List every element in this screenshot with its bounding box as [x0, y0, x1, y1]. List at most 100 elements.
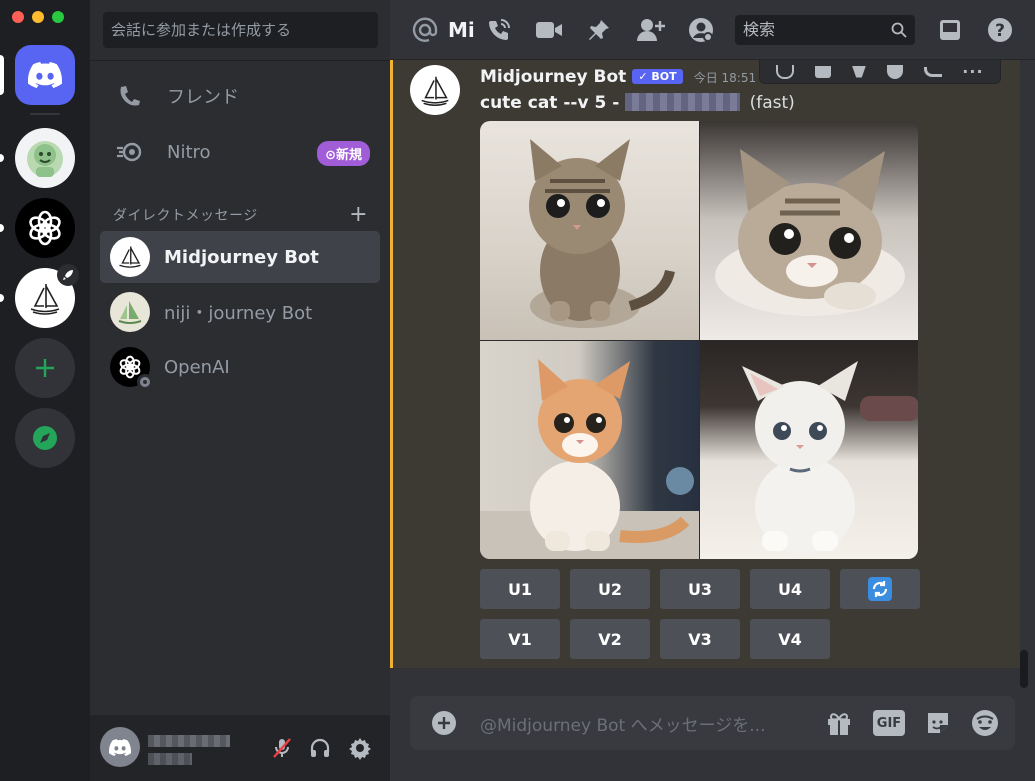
unread-pill	[0, 294, 4, 302]
reroll-button[interactable]	[840, 569, 920, 609]
nitro-icon	[117, 142, 142, 162]
phone-call-icon	[489, 19, 510, 40]
add-friends-to-dm-button[interactable]	[636, 15, 666, 45]
unread-pill	[0, 154, 4, 162]
message-scrollbar[interactable]	[1020, 650, 1028, 688]
video-call-button[interactable]	[534, 15, 564, 45]
green-sailboat-icon	[118, 301, 142, 324]
server-green-bot[interactable]	[15, 128, 75, 188]
deafen-button[interactable]	[308, 736, 332, 760]
openai-logo-icon	[29, 210, 61, 246]
orange-kitten-illustration	[480, 358, 699, 559]
upscale-1-button[interactable]: U1	[480, 569, 560, 609]
gift-button[interactable]	[825, 709, 853, 737]
nitro-label: Nitro	[167, 141, 211, 163]
kitten-image-4[interactable]	[699, 340, 918, 559]
sailboat-icon	[421, 76, 449, 106]
find-conversation-input[interactable]: 会話に参加または作成する	[103, 12, 378, 48]
image-grid[interactable]	[480, 121, 918, 559]
variation-3-button[interactable]: V3	[660, 619, 740, 659]
message-composer: @Midjourney Bot へメッセージを... GIF	[410, 696, 1015, 750]
add-server-button[interactable]	[15, 338, 75, 398]
upscale-4-button[interactable]: U4	[750, 569, 830, 609]
user-settings-button[interactable]	[348, 736, 372, 760]
author-name[interactable]: Midjourney Bot	[480, 67, 626, 87]
friends-label: フレンド	[167, 87, 239, 108]
pinned-messages-button[interactable]	[584, 15, 614, 45]
user-profile-button[interactable]	[686, 15, 716, 45]
thread-icon[interactable]	[776, 64, 795, 79]
reply-arrow-icon[interactable]	[923, 66, 942, 77]
discord-home-button[interactable]	[15, 45, 75, 105]
help-button[interactable]: ?	[985, 15, 1015, 45]
emoji-reaction-icon[interactable]	[886, 64, 903, 79]
server-openai[interactable]	[15, 198, 75, 258]
dm-name: niji・journey Bot	[164, 303, 313, 324]
friends-wave-icon	[120, 86, 140, 106]
kitten-image-2[interactable]	[699, 121, 918, 340]
dm-item-niji-journey-bot[interactable]: niji・journey Bot	[100, 286, 380, 338]
sidebar-divider	[90, 60, 390, 61]
window-close-button[interactable]	[12, 11, 24, 23]
voice-call-button[interactable]	[484, 15, 514, 45]
dm-name: Midjourney Bot	[164, 246, 319, 268]
at-mention-icon	[410, 15, 440, 45]
dm-section-header: ダイレクトメッセージ +	[113, 202, 368, 227]
prompt-text: cute cat --v 5 -	[480, 93, 626, 113]
inbox-button[interactable]	[935, 15, 965, 45]
user-panel	[90, 715, 390, 781]
message-input[interactable]: @Midjourney Bot へメッセージを...	[480, 711, 765, 736]
self-avatar[interactable]	[100, 727, 140, 767]
pin-icon[interactable]	[851, 65, 866, 78]
create-dm-button[interactable]: +	[349, 202, 368, 227]
upscale-2-button[interactable]: U2	[570, 569, 650, 609]
window-controls	[12, 11, 64, 23]
author-avatar[interactable]	[410, 65, 460, 115]
emoji-button[interactable]	[970, 708, 1000, 738]
nav-friends[interactable]: フレンド	[100, 70, 380, 122]
headphones-icon	[310, 738, 330, 757]
reply-reaction-icon[interactable]	[815, 65, 832, 78]
channel-header: Mi 検索 ?	[390, 0, 1035, 60]
dm-item-openai[interactable]: OpenAI	[100, 341, 380, 393]
window-zoom-button[interactable]	[52, 11, 64, 23]
active-server-pill	[0, 55, 4, 95]
search-input[interactable]: 検索	[735, 15, 915, 45]
kitten-image-3[interactable]	[480, 340, 699, 559]
help-icon: ?	[988, 18, 1012, 42]
server-midjourney[interactable]	[15, 264, 79, 328]
nav-nitro[interactable]: Nitro ⊙新規	[100, 126, 380, 178]
dm-name: OpenAI	[164, 356, 230, 378]
more-options-icon[interactable]: ···	[962, 62, 983, 81]
dm-header-label: ダイレクトメッセージ	[113, 207, 258, 224]
explore-servers-button[interactable]	[15, 408, 75, 468]
dm-item-midjourney-bot[interactable]: Midjourney Bot	[100, 231, 380, 283]
server-rail	[0, 0, 90, 781]
pin-icon	[589, 20, 609, 40]
boost-rocket-icon	[57, 264, 79, 286]
sailboat-icon	[119, 246, 141, 268]
rail-separator	[30, 113, 60, 115]
white-kitten-illustration	[741, 360, 918, 554]
kitten-image-1[interactable]	[480, 121, 699, 340]
upscale-3-button[interactable]: U3	[660, 569, 740, 609]
gear-icon	[349, 738, 371, 760]
highlighted-message: ··· Midjourney Bot ✓ BOT 今日 18:51 cute ca…	[390, 60, 1020, 668]
variation-4-button[interactable]: V4	[750, 619, 830, 659]
main-panel: Mi 検索 ? ··· Midjourney Bot ✓ BOT 今日 18:5…	[390, 0, 1035, 781]
search-icon	[891, 22, 907, 38]
sticker-button[interactable]	[924, 709, 952, 737]
status-redacted	[148, 753, 192, 765]
attach-button[interactable]	[432, 711, 456, 735]
username-redacted	[148, 735, 230, 747]
nitro-badge-icon: ⊙	[325, 148, 336, 163]
variation-1-button[interactable]: V1	[480, 619, 560, 659]
compass-icon	[33, 426, 57, 450]
window-minimize-button[interactable]	[32, 11, 44, 23]
microphone-muted-icon	[273, 738, 291, 758]
gif-button[interactable]: GIF	[873, 710, 905, 736]
variation-2-button[interactable]: V2	[570, 619, 650, 659]
avatar	[110, 347, 153, 390]
message-content: cute cat --v 5 - (fast)	[480, 93, 795, 113]
mute-microphone-button[interactable]	[270, 736, 294, 760]
